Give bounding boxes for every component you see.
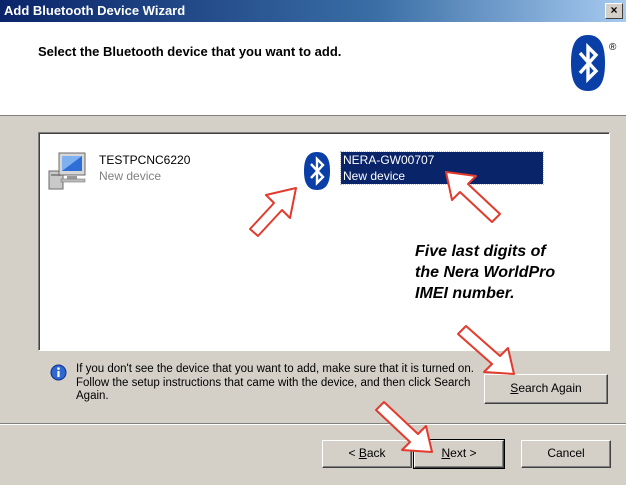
annotation-arrow-icon bbox=[445, 171, 501, 223]
imei-annotation: Five last digits of the Nera WorldPro IM… bbox=[415, 241, 615, 304]
info-icon bbox=[50, 364, 67, 381]
bluetooth-logo-icon bbox=[571, 35, 605, 91]
mnemonic: B bbox=[358, 446, 367, 460]
title-bar[interactable]: Add Bluetooth Device Wizard × bbox=[0, 0, 626, 22]
button-label: ext > bbox=[450, 446, 477, 460]
device-status: New device bbox=[99, 169, 162, 183]
bluetooth-icon bbox=[304, 152, 330, 190]
computer-icon bbox=[48, 152, 86, 190]
registered-mark: ® bbox=[609, 42, 617, 53]
mnemonic: N bbox=[441, 446, 451, 460]
device-name: TESTPCNC6220 bbox=[99, 153, 191, 167]
device-name: NERA-GW00707 bbox=[343, 153, 435, 167]
button-label: earch Again bbox=[518, 381, 582, 395]
cancel-button[interactable]: Cancel bbox=[521, 440, 611, 468]
page-heading: Select the Bluetooth device that you wan… bbox=[38, 44, 342, 59]
annotation-line: IMEI number. bbox=[415, 285, 515, 302]
window-title: Add Bluetooth Device Wizard bbox=[4, 3, 186, 18]
annotation-line: Five last digits of bbox=[415, 243, 546, 260]
annotation-arrow-icon bbox=[249, 187, 297, 237]
divider bbox=[0, 423, 626, 425]
device-list[interactable]: TESTPCNC6220 New device NERA-GW00707 New… bbox=[38, 132, 610, 351]
wizard-header: Select the Bluetooth device that you wan… bbox=[0, 22, 626, 116]
annotation-arrow-icon bbox=[375, 401, 433, 453]
dialog-body: TESTPCNC6220 New device NERA-GW00707 New… bbox=[0, 116, 626, 485]
button-label-prefix: < bbox=[348, 446, 359, 460]
search-again-button[interactable]: Search Again bbox=[484, 374, 608, 404]
annotation-arrow-icon bbox=[457, 325, 515, 375]
annotation-line: the Nera WorldPro bbox=[415, 264, 556, 281]
close-button[interactable]: × bbox=[605, 3, 623, 19]
device-status: New device bbox=[343, 169, 406, 183]
